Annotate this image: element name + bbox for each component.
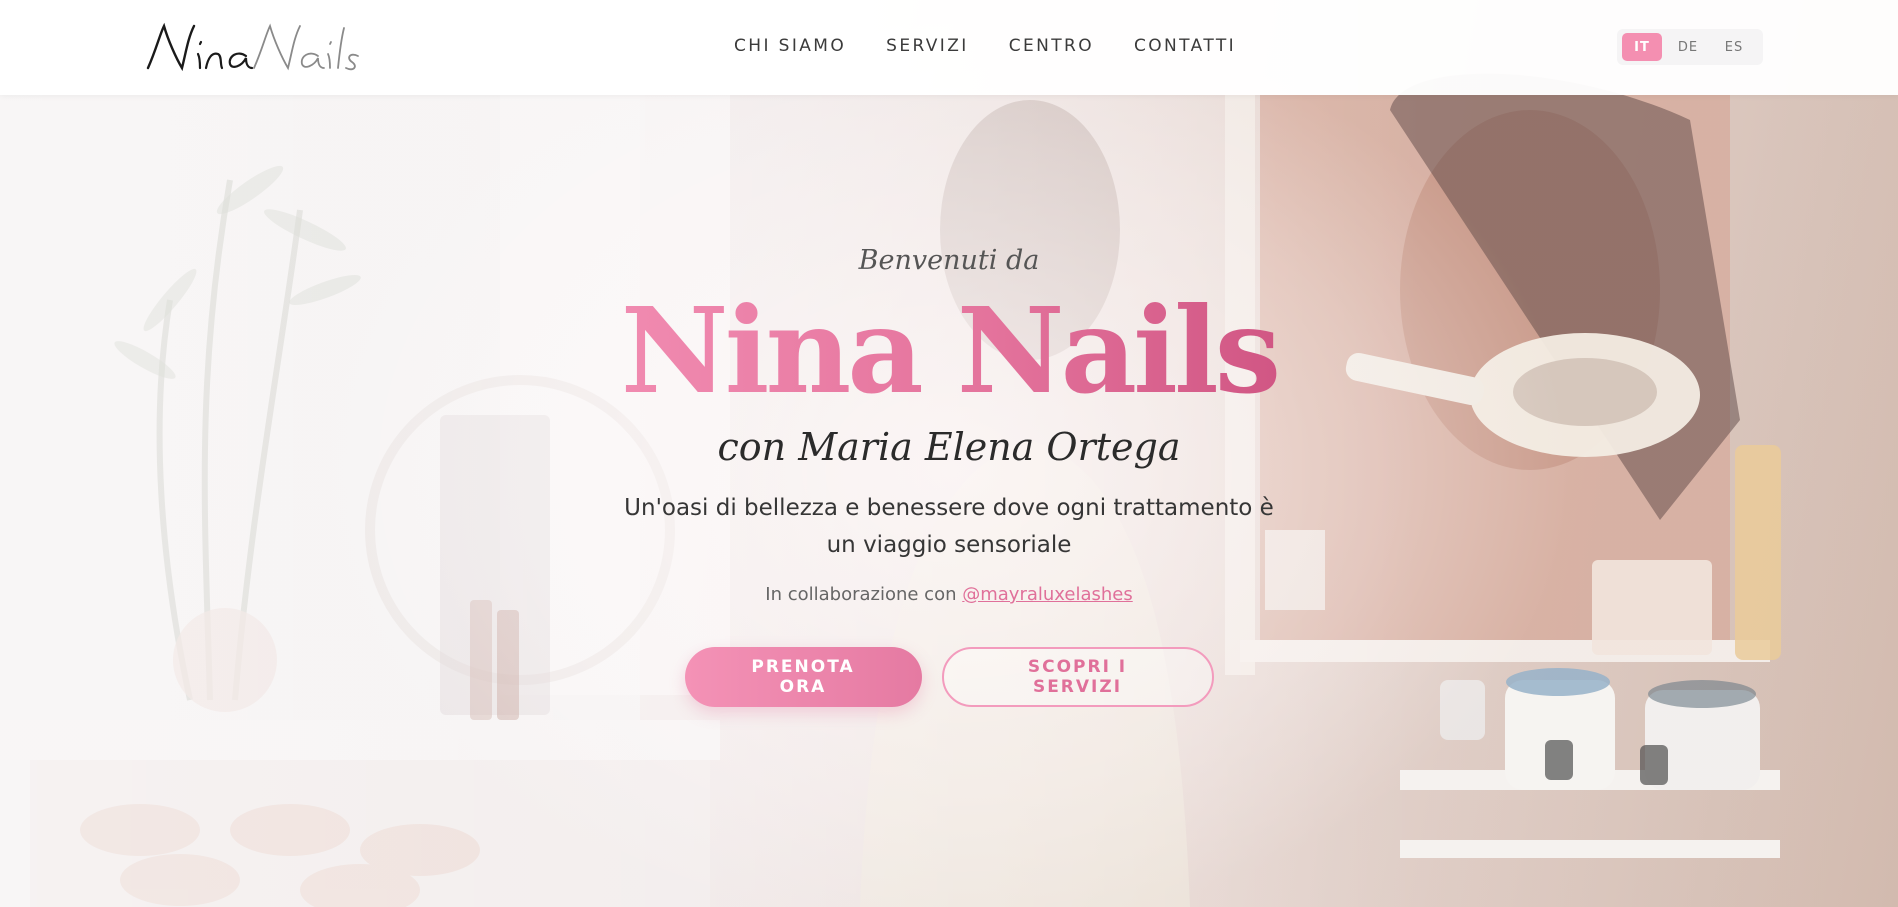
hero-subtitle: con Maria Elena Ortega <box>717 425 1181 469</box>
discover-services-button[interactable]: SCOPRI I SERVIZI <box>941 647 1214 707</box>
nina-nails-logo[interactable] <box>142 18 362 76</box>
language-it-button[interactable]: IT <box>1622 33 1662 61</box>
hero-tagline: Un'oasi di bellezza e benessere dove ogn… <box>624 495 1274 558</box>
nav-servizi[interactable]: SERVIZI <box>886 36 969 56</box>
collaboration-instagram-link[interactable]: @mayraluxelashes <box>962 584 1133 605</box>
collaboration-prefix: In collaborazione con <box>765 584 957 605</box>
language-switcher: IT DE ES <box>1617 29 1763 65</box>
language-de-button[interactable]: DE <box>1668 33 1708 61</box>
collaboration-note: In collaborazione con @mayraluxelashes <box>549 584 1349 605</box>
nav-chi-siamo[interactable]: CHI SIAMO <box>734 36 846 56</box>
hero-welcome-text: Benvenuti da <box>858 245 1040 276</box>
nav-centro[interactable]: CENTRO <box>1009 36 1094 56</box>
hero-title: Nina Nails <box>549 282 1349 420</box>
logo-script-icon <box>146 22 359 72</box>
hero-content: Benvenuti da Nina Nails con Maria Elena … <box>549 245 1349 707</box>
book-now-button[interactable]: PRENOTA ORA <box>684 647 922 707</box>
hero-actions: PRENOTA ORA SCOPRI I SERVIZI <box>549 647 1349 707</box>
site-header: CHI SIAMO SERVIZI CENTRO CONTATTI IT DE … <box>0 0 1898 95</box>
language-es-button[interactable]: ES <box>1714 33 1754 61</box>
main-navigation: CHI SIAMO SERVIZI CENTRO CONTATTI <box>734 36 1236 56</box>
nav-contatti[interactable]: CONTATTI <box>1134 36 1236 56</box>
